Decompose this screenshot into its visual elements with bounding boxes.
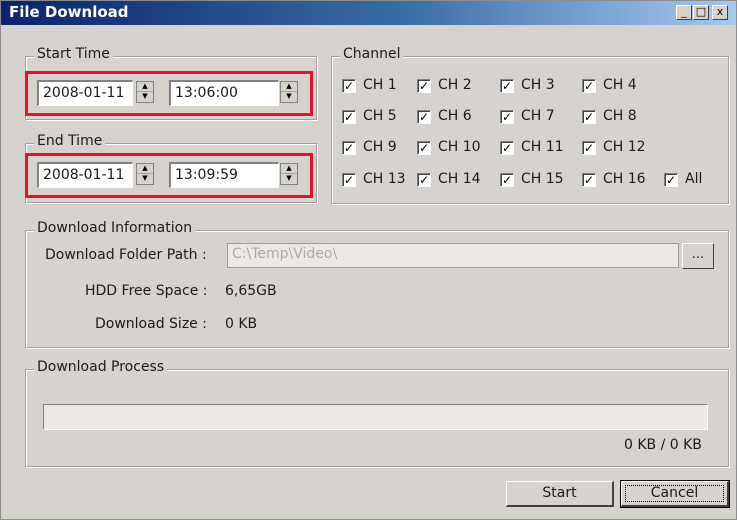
spin-up-icon[interactable]: ▲ — [281, 82, 297, 92]
folder-path-field[interactable]: C:\Temp\Video\ — [227, 243, 679, 268]
start-date-field[interactable]: 2008-01-11 — [37, 80, 133, 106]
checkbox-check-icon[interactable]: ✓ — [417, 173, 431, 187]
checkbox-check-icon[interactable]: ✓ — [664, 173, 678, 187]
free-space-value: 6,65GB — [225, 283, 277, 299]
download-progress-bar — [43, 404, 708, 430]
channel-checkbox-label: CH 11 — [521, 139, 564, 155]
channel-checkbox-label: CH 6 — [438, 108, 472, 124]
channel-checkbox-label: CH 16 — [603, 171, 646, 187]
channel-checkbox-label: CH 10 — [438, 139, 481, 155]
checkbox-check-icon[interactable]: ✓ — [582, 141, 596, 155]
checkbox-check-icon[interactable]: ✓ — [500, 79, 514, 93]
channel-checkbox-label: CH 15 — [521, 171, 564, 187]
close-button[interactable]: x — [712, 5, 728, 20]
checkbox-check-icon[interactable]: ✓ — [342, 173, 356, 187]
channel-checkbox-label: CH 3 — [521, 77, 555, 93]
checkbox-check-icon[interactable]: ✓ — [500, 173, 514, 187]
end-date-spinner[interactable]: ▲ ▼ — [136, 163, 154, 185]
checkbox-check-icon[interactable]: ✓ — [582, 79, 596, 93]
download-size-label: Download Size : — [95, 316, 207, 332]
channel-checkbox-label: CH 7 — [521, 108, 555, 124]
checkbox-check-icon[interactable]: ✓ — [500, 110, 514, 124]
channel-all-label: All — [685, 171, 703, 187]
download-info-label: Download Information — [34, 220, 196, 236]
download-process-label: Download Process — [34, 359, 168, 375]
cancel-button[interactable]: Cancel — [620, 480, 730, 508]
file-download-dialog: File Download _ □ x Start Time 2008-01-1… — [0, 0, 737, 520]
channel-checkbox-label: CH 2 — [438, 77, 472, 93]
end-time-spinner[interactable]: ▲ ▼ — [280, 163, 298, 185]
folder-path-label: Download Folder Path : — [45, 247, 207, 263]
focus-rect — [625, 485, 724, 502]
checkbox-check-icon[interactable]: ✓ — [342, 110, 356, 124]
channel-checkbox-label: CH 9 — [363, 139, 397, 155]
channel-checkbox-label: CH 13 — [363, 171, 406, 187]
browse-button[interactable]: ... — [682, 243, 714, 269]
spin-down-icon[interactable]: ▼ — [281, 174, 297, 184]
spin-down-icon[interactable]: ▼ — [281, 92, 297, 102]
end-time-field[interactable]: 13:09:59 — [169, 162, 279, 188]
checkbox-check-icon[interactable]: ✓ — [417, 110, 431, 124]
download-size-value: 0 KB — [225, 316, 258, 332]
spin-down-icon[interactable]: ▼ — [137, 174, 153, 184]
channel-checkbox-label: CH 8 — [603, 108, 637, 124]
progress-status: 0 KB / 0 KB — [624, 437, 702, 453]
checkbox-check-icon[interactable]: ✓ — [582, 173, 596, 187]
spin-up-icon[interactable]: ▲ — [137, 82, 153, 92]
minimize-button[interactable]: _ — [676, 5, 692, 20]
start-button[interactable]: Start — [506, 481, 614, 507]
title-bar[interactable]: File Download _ □ x — [1, 1, 736, 25]
spin-up-icon[interactable]: ▲ — [137, 164, 153, 174]
start-time-field[interactable]: 13:06:00 — [169, 80, 279, 106]
spin-up-icon[interactable]: ▲ — [281, 164, 297, 174]
start-time-spinner[interactable]: ▲ ▼ — [280, 81, 298, 103]
checkbox-check-icon[interactable]: ✓ — [342, 79, 356, 93]
checkbox-check-icon[interactable]: ✓ — [500, 141, 514, 155]
maximize-button[interactable]: □ — [693, 5, 709, 20]
start-date-spinner[interactable]: ▲ ▼ — [136, 81, 154, 103]
channel-checkbox-label: CH 5 — [363, 108, 397, 124]
channel-checkbox-label: CH 14 — [438, 171, 481, 187]
checkbox-check-icon[interactable]: ✓ — [582, 110, 596, 124]
checkbox-check-icon[interactable]: ✓ — [417, 141, 431, 155]
start-time-label: Start Time — [34, 46, 113, 62]
channel-label: Channel — [340, 46, 404, 62]
checkbox-check-icon[interactable]: ✓ — [342, 141, 356, 155]
end-date-field[interactable]: 2008-01-11 — [37, 162, 133, 188]
channel-checkbox-label: CH 12 — [603, 139, 646, 155]
free-space-label: HDD Free Space : — [85, 283, 208, 299]
spin-down-icon[interactable]: ▼ — [137, 92, 153, 102]
window-title: File Download — [9, 3, 129, 21]
end-time-label: End Time — [34, 133, 106, 149]
checkbox-check-icon[interactable]: ✓ — [417, 79, 431, 93]
channel-checkbox-label: CH 1 — [363, 77, 397, 93]
channel-checkbox-label: CH 4 — [603, 77, 637, 93]
